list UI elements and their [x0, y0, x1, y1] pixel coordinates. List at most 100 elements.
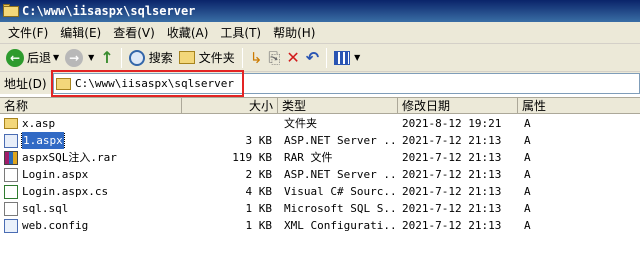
file-list: x.asp 文件夹 2021-8-12 19:21 A 1.aspx 3 KB …: [0, 115, 640, 234]
aspx-file-icon: [4, 133, 18, 148]
sql-file-icon: [4, 201, 18, 216]
annotation-highlight-box: [51, 70, 244, 97]
file-type: Microsoft SQL S...: [284, 202, 394, 215]
folders-button[interactable]: 文件夹: [176, 47, 238, 69]
column-header-name[interactable]: 名称: [0, 98, 182, 114]
file-name: aspxSQL注入.rar: [22, 151, 117, 164]
forward-button[interactable]: → ▼: [62, 47, 97, 69]
file-type: Visual C# Sourc...: [284, 185, 394, 198]
window-title: C:\www\iisaspx\sqlserver: [22, 4, 196, 18]
folder-icon: [4, 118, 18, 129]
file-name: Login.aspx.cs: [22, 185, 109, 198]
file-name-cell: x.asp: [4, 115, 180, 132]
menu-file[interactable]: 文件(F): [4, 24, 56, 41]
file-name-cell: sql.sql: [4, 200, 180, 217]
delete-button[interactable]: ✕: [283, 47, 302, 69]
file-attributes: A: [524, 117, 531, 130]
back-label: 后退: [27, 51, 52, 65]
column-header-modified[interactable]: 修改日期: [398, 98, 518, 114]
file-name-cell: web.config: [4, 217, 180, 234]
column-header-size[interactable]: 大小: [182, 98, 278, 114]
file-modified: 2021-7-12 21:13: [402, 185, 502, 198]
menu-tools[interactable]: 工具(T): [216, 24, 269, 41]
file-row[interactable]: web.config 1 KB XML Configurati... 2021-…: [0, 217, 640, 234]
file-modified: 2021-8-12 19:21: [402, 117, 502, 130]
undo-icon: ↶: [305, 47, 320, 67]
search-icon: [128, 49, 145, 66]
page-file-icon: [4, 167, 18, 182]
views-button[interactable]: ▼: [331, 47, 363, 69]
title-bar: C:\www\iisaspx\sqlserver: [0, 0, 640, 22]
search-button[interactable]: 搜索: [126, 47, 176, 69]
file-row[interactable]: x.asp 文件夹 2021-8-12 19:21 A: [0, 115, 640, 132]
toolbar-separator: [120, 47, 122, 68]
file-modified: 2021-7-12 21:13: [402, 134, 502, 147]
file-row[interactable]: Login.aspx.cs 4 KB Visual C# Sourc... 20…: [0, 183, 640, 200]
csharp-file-icon: [4, 184, 18, 199]
file-name-cell: Login.aspx: [4, 166, 180, 183]
file-modified: 2021-7-12 21:13: [402, 219, 502, 232]
menu-help[interactable]: 帮助(H): [269, 24, 323, 41]
file-type: XML Configurati...: [284, 219, 394, 232]
file-attributes: A: [524, 168, 531, 181]
file-size: 119 KB: [232, 151, 272, 164]
menu-favorites[interactable]: 收藏(A): [163, 24, 217, 41]
toolbar: ← 后退 ▼ → ▼ ↑ 搜索 文件夹 ↳ ⎘ ✕ ↶ ▼: [0, 44, 640, 72]
file-type: ASP.NET Server ...: [284, 134, 394, 147]
file-attributes: A: [524, 134, 531, 147]
file-attributes: A: [524, 151, 531, 164]
copy-to-icon: ⎘: [268, 48, 281, 67]
views-icon: [334, 50, 351, 65]
rar-file-icon: [4, 150, 18, 165]
file-size: 1 KB: [245, 219, 273, 232]
file-name: Login.aspx: [22, 168, 89, 181]
folders-icon: [178, 51, 195, 64]
forward-dropdown-icon[interactable]: ▼: [88, 53, 94, 62]
menu-view[interactable]: 查看(V): [109, 24, 163, 41]
file-attributes: A: [524, 202, 531, 215]
menu-edit[interactable]: 编辑(E): [56, 24, 109, 41]
config-file-icon: [4, 218, 18, 233]
file-row[interactable]: sql.sql 1 KB Microsoft SQL S... 2021-7-1…: [0, 200, 640, 217]
folder-icon: [3, 4, 19, 18]
file-name-cell: aspxSQL注入.rar: [4, 149, 180, 166]
up-folder-button[interactable]: ↑: [97, 47, 116, 69]
column-header-attributes[interactable]: 属性: [518, 98, 640, 114]
back-button[interactable]: ← 后退 ▼: [3, 47, 62, 69]
address-label: 地址(D): [4, 76, 47, 91]
search-label: 搜索: [148, 51, 173, 65]
toolbar-separator: [326, 47, 328, 68]
undo-button[interactable]: ↶: [303, 47, 322, 69]
file-modified: 2021-7-12 21:13: [402, 151, 502, 164]
file-size: 2 KB: [245, 168, 273, 181]
up-folder-icon: ↑: [100, 47, 114, 67]
file-attributes: A: [524, 219, 531, 232]
file-row[interactable]: aspxSQL注入.rar 119 KB RAR 文件 2021-7-12 21…: [0, 149, 640, 166]
file-row[interactable]: Login.aspx 2 KB ASP.NET Server ... 2021-…: [0, 166, 640, 183]
column-header-type[interactable]: 类型: [278, 98, 398, 114]
forward-arrow-icon: →: [65, 48, 84, 67]
file-size: 3 KB: [245, 134, 273, 147]
back-dropdown-icon[interactable]: ▼: [53, 53, 59, 62]
file-name: web.config: [22, 219, 89, 232]
column-headers: 名称 大小 类型 修改日期 属性: [0, 97, 640, 114]
delete-icon: ✕: [286, 47, 300, 67]
menu-bar: 文件(F) 编辑(E) 查看(V) 收藏(A) 工具(T) 帮助(H): [0, 22, 640, 44]
file-name: sql.sql: [22, 202, 69, 215]
file-name-cell: Login.aspx.cs: [4, 183, 180, 200]
views-dropdown-icon[interactable]: ▼: [354, 53, 360, 62]
file-type: 文件夹: [284, 117, 317, 130]
file-attributes: A: [524, 185, 531, 198]
move-to-icon: ↳: [249, 48, 263, 67]
file-modified: 2021-7-12 21:13: [402, 168, 502, 181]
file-name: x.asp: [22, 117, 56, 130]
folders-label: 文件夹: [198, 51, 235, 65]
file-modified: 2021-7-12 21:13: [402, 202, 502, 215]
file-type: ASP.NET Server ...: [284, 168, 394, 181]
file-size: 1 KB: [245, 202, 273, 215]
file-row-selected[interactable]: 1.aspx 3 KB ASP.NET Server ... 2021-7-12…: [0, 132, 640, 149]
toolbar-separator: [241, 47, 243, 68]
copy-to-button[interactable]: ⎘: [265, 47, 283, 69]
move-to-button[interactable]: ↳: [247, 47, 266, 69]
file-name-cell: 1.aspx: [4, 132, 180, 149]
